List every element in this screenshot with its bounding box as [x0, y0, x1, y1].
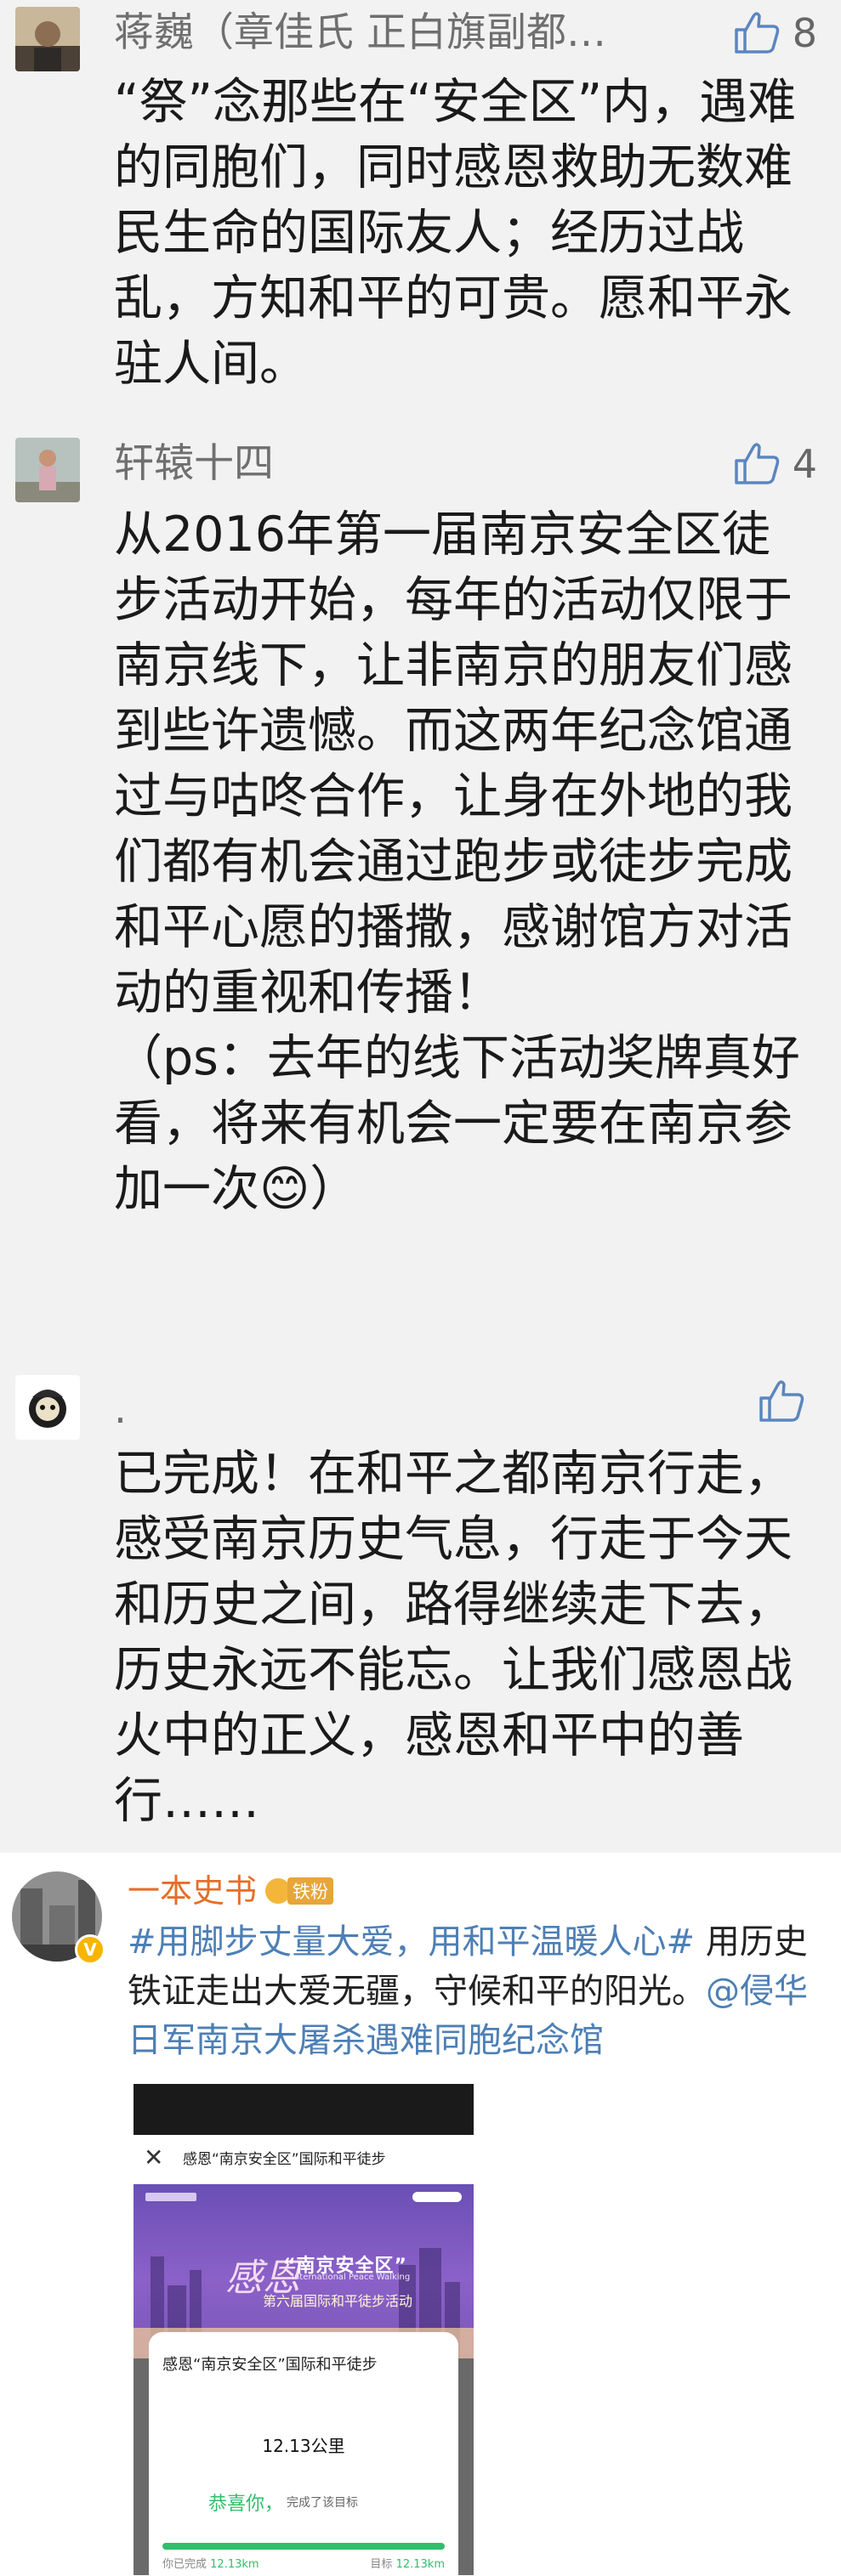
verified-badge: V — [75, 1934, 105, 1965]
banner-sub-text: International Peace Walking — [292, 2273, 411, 2282]
like-button[interactable]: 4 — [733, 438, 817, 490]
congrats-text: 恭喜你， — [208, 2494, 284, 2515]
comment-username[interactable]: . — [114, 1384, 726, 1436]
post-username[interactable]: 一本史书 — [128, 1870, 257, 1912]
miniprogram-header: ✕ 感恩“南京安全区”国际和平徒步 — [134, 2135, 474, 2184]
app-logo — [412, 2192, 462, 2202]
fan-badge-label: 铁粉 — [287, 1877, 333, 1905]
completed-stat: 你已完成 12.13km — [162, 2555, 259, 2571]
comment-list: 蒋巍（章佳氏 正白旗副都… 8 “祭”念那些在“安全区”内，遇难的同胞们，同时感… — [0, 0, 841, 1853]
goal-done-text: 完成了该目标 — [287, 2496, 358, 2510]
distance-value: 12.13公里 — [262, 2436, 345, 2456]
thumbs-up-icon — [734, 12, 779, 54]
comment-item: 蒋巍（章佳氏 正白旗副都… 8 “祭”念那些在“安全区”内，遇难的同胞们，同时感… — [0, 0, 841, 442]
comment-text: “祭”念那些在“安全区”内，遇难的同胞们，同时感恩救助无数难民生命的国际友人；经… — [114, 74, 797, 392]
like-button[interactable] — [758, 1375, 817, 1428]
miniprogram-title: 感恩“南京安全区”国际和平徒步 — [183, 2151, 386, 2168]
thumbs-up-icon — [759, 1380, 804, 1422]
like-button[interactable]: 8 — [733, 7, 817, 59]
progress-bar — [162, 2543, 445, 2550]
banner-event-line: 第六届国际和平徒步活动 — [263, 2293, 413, 2309]
status-bar — [134, 2084, 474, 2135]
completed-label: 你已完成 — [162, 2558, 207, 2571]
like-count: 4 — [792, 441, 817, 487]
museum-logo — [145, 2193, 196, 2201]
close-icon: ✕ — [144, 2143, 164, 2171]
goal-stat: 目标 12.13km — [370, 2555, 445, 2571]
goal-label: 目标 — [370, 2558, 393, 2571]
comment-item: 轩辕十四 4 从2016年第一届南京安全区徒步活动开始，每年的活动仅限于南京线下… — [0, 438, 841, 1356]
avatar[interactable] — [15, 7, 80, 71]
comment-text: 已完成！在和平之都南京行走，感受南京历史气息，行走于今天和历史之间，路得继续走下… — [114, 1446, 793, 1829]
thumbs-up-icon — [734, 443, 779, 484]
post: V 一本史书 铁粉 #用脚步丈量大爱，用和平温暖人心# 用历史铁证走出大爱无疆，… — [0, 1853, 841, 2576]
comment-text: 从2016年第一届南京安全区徒步活动开始，每年的活动仅限于南京线下，让非南京的朋… — [114, 507, 800, 1217]
avatar[interactable] — [15, 1375, 80, 1440]
fan-badge: 铁粉 — [265, 1877, 333, 1905]
post-image[interactable]: ✕ 感恩“南京安全区”国际和平徒步 感恩 “南京安全区” Internation… — [134, 2084, 474, 2575]
completed-value: 12.13km — [210, 2558, 259, 2571]
goal-value: 12.13km — [395, 2558, 445, 2571]
comment-username[interactable]: 蒋巍（章佳氏 正白旗副都… — [114, 7, 726, 59]
comment-item: . 已完成！在和平之都南京行走，感受南京历史气息，行走于今天和历史之间，路得继续… — [0, 1368, 841, 1853]
result-card: 感恩“南京安全区”国际和平徒步 12.13公里 恭喜你， 完成了该目标 你已完成… — [149, 2332, 458, 2575]
topic-link[interactable]: #用脚步丈量大爱，用和平温暖人心# — [128, 1922, 695, 1962]
post-text: #用脚步丈量大爱，用和平温暖人心# 用历史铁证走出大爱无疆，守候和平的阳光。@侵… — [128, 1917, 825, 2065]
card-title: 感恩“南京安全区”国际和平徒步 — [162, 2356, 378, 2374]
avatar[interactable] — [15, 438, 80, 502]
like-count: 8 — [792, 10, 817, 56]
comment-username[interactable]: 轩辕十四 — [114, 438, 726, 490]
